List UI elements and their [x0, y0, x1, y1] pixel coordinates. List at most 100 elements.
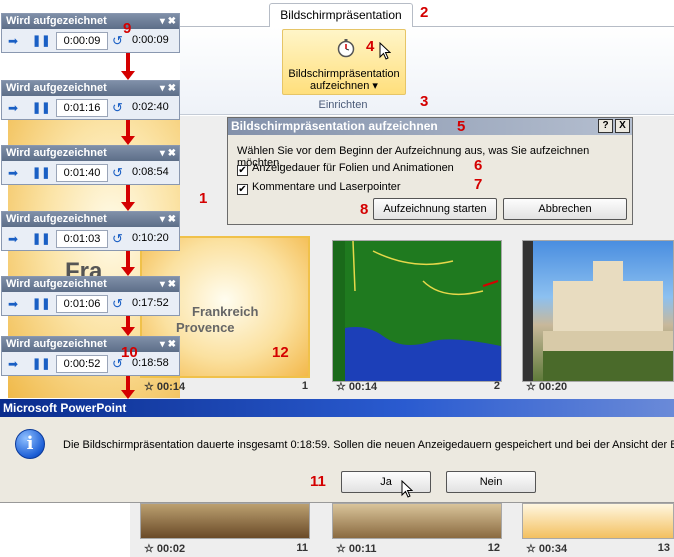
- recording-toolbar-title: Wird aufgezeichnet: [6, 147, 107, 159]
- pause-icon[interactable]: ❚❚: [32, 232, 50, 245]
- slide-time-field: 0:00:52: [56, 355, 108, 373]
- total-time: 0:00:09: [132, 34, 169, 46]
- red-arrow-icon: [121, 120, 135, 145]
- slide-time-field: 0:00:09: [56, 32, 108, 50]
- record-button-label-line2: aufzeichnen ▾: [310, 80, 378, 92]
- slide-time-field: 0:01:40: [56, 164, 108, 182]
- tab-slideshow[interactable]: Bildschirmpräsentation: [269, 3, 413, 27]
- slide-2-number: 2: [493, 380, 500, 392]
- pause-icon[interactable]: ❚❚: [32, 166, 50, 179]
- slide-thumbnail-13[interactable]: [522, 503, 674, 539]
- red-arrow-icon: [121, 185, 135, 211]
- slide-thumbnail-3[interactable]: [522, 240, 674, 382]
- slide-12-time: ☆ 00:11: [336, 543, 377, 555]
- annotation-12: 12: [272, 344, 289, 361]
- annotation-2: 2: [420, 4, 429, 21]
- slide-11-number: 11: [296, 542, 308, 554]
- slide-1-title-line1: Frankreich: [192, 304, 259, 319]
- slide-time-field: 0:01:16: [56, 99, 108, 117]
- recording-toolbar-title: Wird aufgezeichnet: [6, 15, 107, 27]
- record-slideshow-button[interactable]: Bildschirmpräsentation aufzeichnen ▾: [282, 29, 406, 95]
- red-arrow-icon: [121, 376, 135, 399]
- no-button[interactable]: Nein: [446, 471, 536, 493]
- toolbar-window-controls-icon[interactable]: ▾ ✖: [160, 212, 176, 227]
- slide-13-time: ☆ 00:34: [526, 543, 568, 555]
- recording-toolbar-title: Wird aufgezeichnet: [6, 213, 107, 225]
- checkbox-checked-icon[interactable]: ✔: [237, 165, 248, 176]
- yes-button[interactable]: Ja: [341, 471, 431, 493]
- toolbar-window-controls-icon[interactable]: ▾ ✖: [160, 277, 176, 292]
- option-narration-label: Kommentare und Laserpointer: [252, 181, 401, 193]
- toolbar-window-controls-icon[interactable]: ▾ ✖: [160, 146, 176, 161]
- slide-time-field: 0:01:03: [56, 230, 108, 248]
- annotation-9: 9: [123, 20, 132, 37]
- recording-toolbar-2[interactable]: Wird aufgezeichnet ▾ ✖ ➡ ❚❚ 0:01:16 ↺ 0:0…: [1, 80, 180, 120]
- slide-12-time-value: 00:11: [348, 543, 377, 555]
- repeat-icon[interactable]: ↺: [112, 296, 123, 312]
- next-slide-icon[interactable]: ➡: [8, 101, 18, 115]
- repeat-icon[interactable]: ↺: [112, 165, 123, 181]
- pause-icon[interactable]: ❚❚: [32, 34, 50, 47]
- cancel-button[interactable]: Abbrechen: [503, 198, 627, 220]
- next-slide-icon[interactable]: ➡: [8, 34, 18, 48]
- annotation-7: 7: [474, 176, 483, 193]
- help-button[interactable]: ?: [598, 119, 613, 133]
- annotation-6: 6: [474, 157, 483, 174]
- pause-icon[interactable]: ❚❚: [32, 101, 50, 114]
- slide-2-time: ☆ 00:14: [336, 381, 378, 393]
- slide-13-number: 13: [657, 542, 670, 554]
- option-narration[interactable]: ✔ Kommentare und Laserpointer: [237, 181, 401, 195]
- next-slide-icon[interactable]: ➡: [8, 232, 18, 246]
- message-text: Die Bildschirmpräsentation dauerte insge…: [63, 439, 674, 451]
- slide-1-time-value: 00:14: [156, 381, 186, 393]
- save-timings-message-box: Microsoft PowerPoint i Die Bildschirmprä…: [0, 399, 674, 503]
- option-timings[interactable]: ✔ Anzeigedauer für Folien und Animationen: [237, 162, 454, 176]
- total-time: 0:08:54: [132, 166, 169, 178]
- toolbar-window-controls-icon[interactable]: ▾ ✖: [160, 14, 176, 29]
- recording-toolbar-title: Wird aufgezeichnet: [6, 278, 107, 290]
- slide-11-time: ☆ 00:02: [144, 543, 186, 555]
- pause-icon[interactable]: ❚❚: [32, 357, 50, 370]
- next-slide-icon[interactable]: ➡: [8, 166, 18, 180]
- annotation-4: 4: [366, 38, 375, 55]
- slide-3-time: ☆ 00:20: [526, 381, 568, 393]
- recording-toolbar-1[interactable]: Wird aufgezeichnet ▾ ✖ ➡ ❚❚ 0:00:09 ↺ 0:0…: [1, 13, 180, 53]
- stopwatch-icon: [337, 39, 355, 58]
- slide-thumbnail-2[interactable]: [332, 240, 502, 382]
- total-time: 0:10:20: [132, 232, 169, 244]
- close-button[interactable]: X: [615, 119, 630, 133]
- slide-thumbnail-11[interactable]: [140, 503, 310, 539]
- slide-11-time-value: 00:02: [156, 543, 186, 555]
- red-arrow-icon: [121, 316, 135, 336]
- recording-toolbar-title: Wird aufgezeichnet: [6, 82, 107, 94]
- repeat-icon[interactable]: ↺: [112, 100, 123, 116]
- checkbox-checked-icon[interactable]: ✔: [237, 184, 248, 195]
- recording-toolbar-6[interactable]: Wird aufgezeichnet ▾ ✖ ➡ ❚❚ 0:00:52 ↺ 0:1…: [1, 336, 180, 376]
- total-time: 0:17:52: [132, 297, 169, 309]
- pause-icon[interactable]: ❚❚: [32, 297, 50, 310]
- total-time: 0:02:40: [132, 101, 169, 113]
- red-arrow-icon: [121, 53, 135, 80]
- next-slide-icon[interactable]: ➡: [8, 357, 18, 371]
- group-divider: [180, 114, 674, 115]
- slide-13-time-value: 00:34: [538, 543, 568, 555]
- palace-image: [523, 241, 673, 381]
- start-recording-button[interactable]: Aufzeichnung starten: [373, 198, 497, 220]
- mouse-cursor-icon: [401, 480, 413, 498]
- slide-thumbnail-12[interactable]: [332, 503, 502, 539]
- map-image: [333, 240, 501, 381]
- slide-1-number: 1: [301, 380, 308, 392]
- next-slide-icon[interactable]: ➡: [8, 297, 18, 311]
- recording-toolbar-3[interactable]: Wird aufgezeichnet ▾ ✖ ➡ ❚❚ 0:01:40 ↺ 0:0…: [1, 145, 180, 185]
- annotation-8: 8: [360, 201, 369, 218]
- recording-toolbar-4[interactable]: Wird aufgezeichnet ▾ ✖ ➡ ❚❚ 0:01:03 ↺ 0:1…: [1, 211, 180, 251]
- recording-toolbar-title: Wird aufgezeichnet: [6, 338, 107, 350]
- toolbar-window-controls-icon[interactable]: ▾ ✖: [160, 337, 176, 352]
- repeat-icon[interactable]: ↺: [112, 231, 123, 247]
- toolbar-window-controls-icon[interactable]: ▾ ✖: [160, 81, 176, 96]
- red-arrow-icon: [121, 251, 135, 276]
- repeat-icon[interactable]: ↺: [112, 33, 123, 49]
- message-box-title: Microsoft PowerPoint: [0, 399, 674, 417]
- annotation-10: 10: [121, 344, 138, 361]
- recording-toolbar-5[interactable]: Wird aufgezeichnet ▾ ✖ ➡ ❚❚ 0:01:06 ↺ 0:1…: [1, 276, 180, 316]
